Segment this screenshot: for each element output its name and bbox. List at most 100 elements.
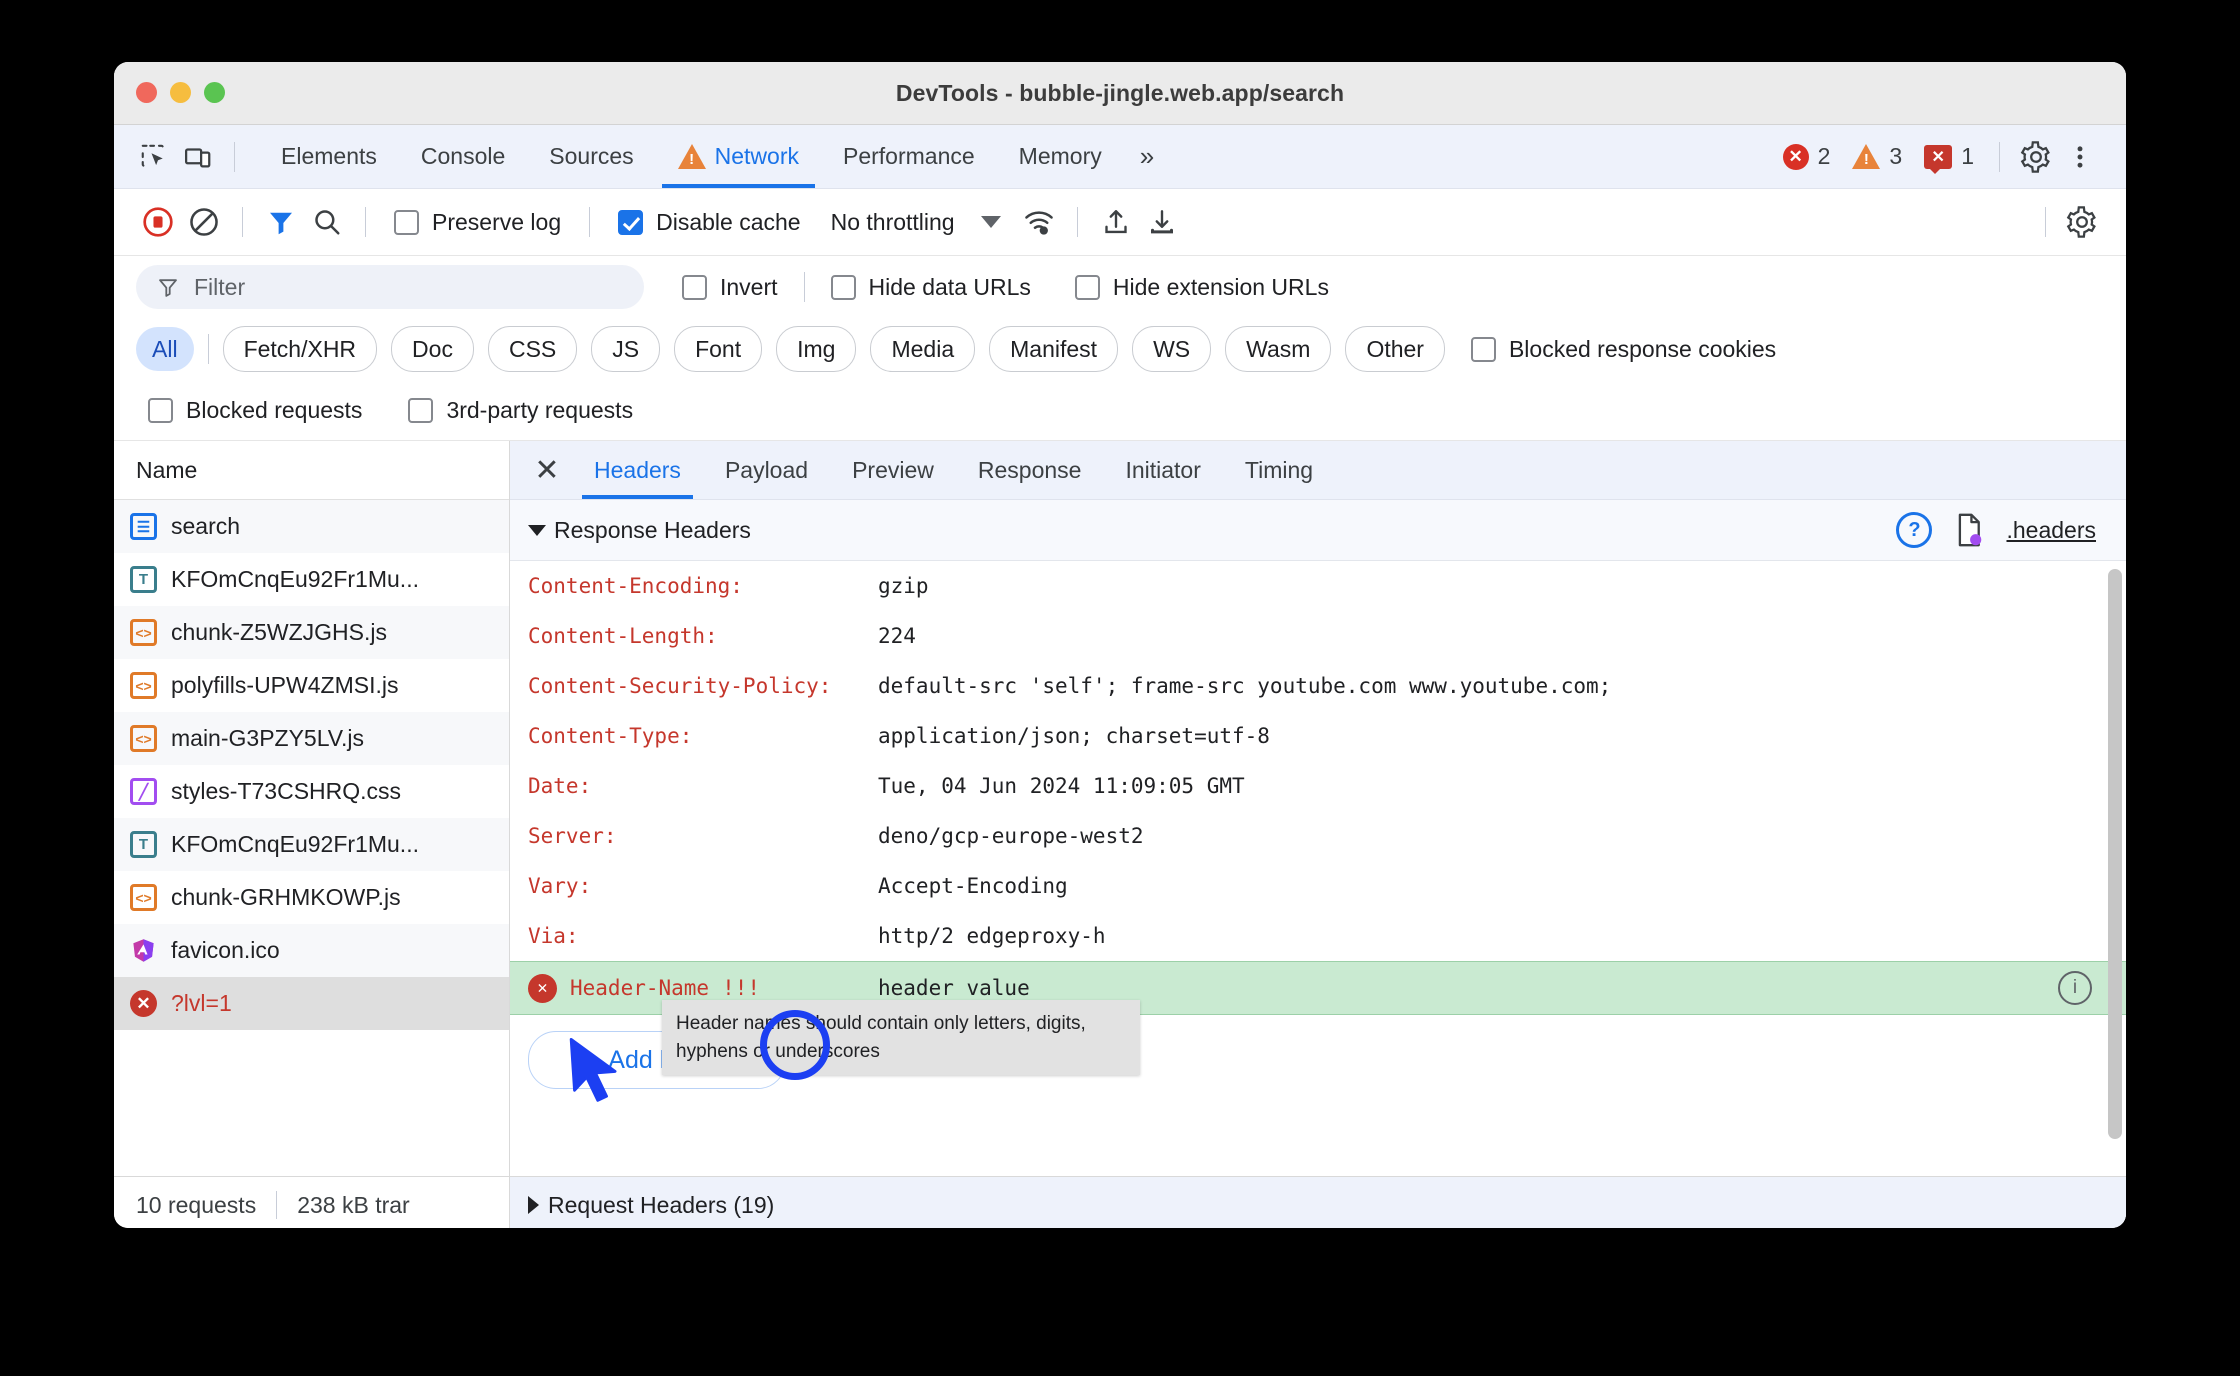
- checkbox-box[interactable]: [1470, 336, 1496, 362]
- chip-ws[interactable]: WS: [1132, 326, 1212, 372]
- checkbox-box[interactable]: [148, 397, 173, 423]
- third-party-requests-checkbox[interactable]: 3rd-party requests: [396, 397, 645, 424]
- header-row[interactable]: Date: Tue, 04 Jun 2024 11:09:05 GMT: [510, 761, 2126, 811]
- list-item[interactable]: <> main-G3PZY5LV.js: [114, 712, 509, 765]
- disable-cache-checkbox[interactable]: Disable cache: [606, 209, 812, 236]
- header-row[interactable]: Via: http/2 edgeproxy-h: [510, 911, 2126, 961]
- chevron-down-icon[interactable]: [980, 216, 1001, 228]
- tab-elements[interactable]: Elements: [259, 125, 399, 188]
- error-counter[interactable]: ✕ 2: [1772, 143, 1842, 170]
- list-item[interactable]: <> chunk-GRHMKOWP.js: [114, 871, 509, 924]
- header-value: http/2 edgeproxy-h: [878, 924, 1106, 948]
- close-window-button[interactable]: [136, 82, 157, 103]
- tab-initiator[interactable]: Initiator: [1103, 441, 1222, 499]
- list-item[interactable]: favicon.ico: [114, 924, 509, 977]
- header-row[interactable]: Content-Security-Policy: default-src 'se…: [510, 661, 2126, 711]
- chevron-right-icon[interactable]: [528, 1196, 539, 1214]
- chip-manifest[interactable]: Manifest: [989, 326, 1119, 372]
- chip-label: WS: [1153, 335, 1191, 362]
- list-item[interactable]: ╱ styles-T73CSHRQ.css: [114, 765, 509, 818]
- chip-label: All: [152, 335, 178, 362]
- throttling-select[interactable]: No throttling: [815, 209, 965, 236]
- close-icon[interactable]: ✕: [522, 447, 572, 493]
- network-conditions-icon[interactable]: [1017, 200, 1061, 244]
- inspect-element-icon[interactable]: [132, 135, 176, 179]
- tab-payload[interactable]: Payload: [703, 441, 830, 499]
- invert-checkbox[interactable]: Invert: [670, 274, 790, 301]
- headers-scrollbar[interactable]: [2108, 569, 2122, 1139]
- tab-performance[interactable]: Performance: [821, 125, 997, 188]
- chip-fetch-xhr[interactable]: Fetch/XHR: [222, 326, 378, 372]
- kebab-menu-icon[interactable]: [2058, 135, 2102, 179]
- list-item[interactable]: <> chunk-Z5WZJGHS.js: [114, 606, 509, 659]
- tab-preview[interactable]: Preview: [830, 441, 956, 499]
- checkbox-box[interactable]: [682, 274, 707, 300]
- checkbox-box[interactable]: [830, 274, 856, 300]
- header-row[interactable]: Vary: Accept-Encoding: [510, 861, 2126, 911]
- list-item[interactable]: T KFOmCnqEu92Fr1Mu...: [114, 818, 509, 871]
- record-button[interactable]: [136, 200, 180, 244]
- header-row[interactable]: Content-Length: 224: [510, 611, 2126, 661]
- chip-wasm[interactable]: Wasm: [1225, 326, 1332, 372]
- export-har-icon[interactable]: [1140, 200, 1184, 244]
- chevron-down-icon[interactable]: [528, 524, 546, 536]
- request-name: KFOmCnqEu92Fr1Mu...: [171, 831, 419, 857]
- tab-console[interactable]: Console: [399, 125, 527, 188]
- device-toolbar-icon[interactable]: [176, 135, 220, 179]
- preserve-log-checkbox[interactable]: Preserve log: [382, 209, 573, 236]
- header-row[interactable]: Server: deno/gcp-europe-west2: [510, 811, 2126, 861]
- tab-timing[interactable]: Timing: [1223, 441, 1335, 499]
- help-icon[interactable]: ?: [1896, 512, 1933, 548]
- tab-response[interactable]: Response: [956, 441, 1104, 499]
- chip-css[interactable]: CSS: [487, 326, 578, 372]
- checkbox-box[interactable]: [394, 209, 419, 235]
- chip-img[interactable]: Img: [776, 326, 857, 372]
- error-icon: ✕: [1782, 143, 1809, 170]
- favicon-image-icon: [130, 937, 157, 964]
- header-name-editor[interactable]: ✕ Header-Name!!!: [528, 973, 878, 1003]
- search-input[interactable]: Filter: [136, 265, 644, 309]
- header-row[interactable]: Content-Type: application/json; charset=…: [510, 711, 2126, 761]
- header-value-editor[interactable]: header value: [878, 976, 1030, 1000]
- chip-doc[interactable]: Doc: [391, 326, 474, 372]
- chip-font[interactable]: Font: [674, 326, 763, 372]
- issues-counter[interactable]: ✕ 1: [1913, 143, 1985, 174]
- gear-icon[interactable]: [2014, 135, 2058, 179]
- info-icon[interactable]: i: [2058, 971, 2092, 1005]
- tab-headers[interactable]: Headers: [572, 441, 703, 499]
- list-item[interactable]: T KFOmCnqEu92Fr1Mu...: [114, 553, 509, 606]
- tab-sources[interactable]: Sources: [527, 125, 655, 188]
- filter-icon[interactable]: [259, 200, 303, 244]
- chip-js[interactable]: JS: [591, 326, 661, 372]
- blocked-response-cookies-checkbox[interactable]: Blocked response cookies: [1459, 336, 1788, 363]
- tabbar-right-controls: ✕ 2 ! 3 ✕ 1: [1772, 135, 2108, 179]
- list-item[interactable]: <> polyfills-UPW4ZMSI.js: [114, 659, 509, 712]
- tab-memory[interactable]: Memory: [997, 125, 1124, 188]
- minimize-window-button[interactable]: [170, 82, 191, 103]
- import-har-icon[interactable]: [1094, 200, 1138, 244]
- clear-button[interactable]: [182, 200, 226, 244]
- request-headers-section-header[interactable]: Request Headers (19): [510, 1177, 2126, 1228]
- header-value: gzip: [878, 574, 929, 598]
- hide-data-urls-checkbox[interactable]: Hide data URLs: [819, 274, 1043, 301]
- checkbox-box[interactable]: [1074, 274, 1100, 300]
- chip-all[interactable]: All: [136, 327, 194, 371]
- zoom-window-button[interactable]: [204, 82, 225, 103]
- chip-other[interactable]: Other: [1345, 326, 1445, 372]
- hide-extension-urls-checkbox[interactable]: Hide extension URLs: [1063, 274, 1341, 301]
- checkbox-box[interactable]: [408, 397, 434, 423]
- more-tabs-icon[interactable]: »: [1124, 141, 1170, 172]
- blocked-requests-checkbox[interactable]: Blocked requests: [136, 397, 374, 424]
- headers-override-link[interactable]: .headers: [2006, 517, 2096, 544]
- headers-file-icon[interactable]: [1954, 513, 1984, 547]
- network-settings-gear-icon[interactable]: [2060, 200, 2104, 244]
- search-icon[interactable]: [305, 200, 349, 244]
- header-row[interactable]: Content-Encoding: gzip: [510, 561, 2126, 611]
- warning-counter[interactable]: ! 3: [1841, 143, 1913, 170]
- list-item[interactable]: ☰ search: [114, 500, 509, 553]
- checkbox-box[interactable]: [618, 209, 644, 235]
- tab-network[interactable]: ! Network: [656, 125, 821, 188]
- list-item[interactable]: ✕ ?lvl=1: [114, 977, 509, 1030]
- response-headers-section-header[interactable]: Response Headers ? .headers: [510, 500, 2126, 561]
- chip-media[interactable]: Media: [870, 326, 976, 372]
